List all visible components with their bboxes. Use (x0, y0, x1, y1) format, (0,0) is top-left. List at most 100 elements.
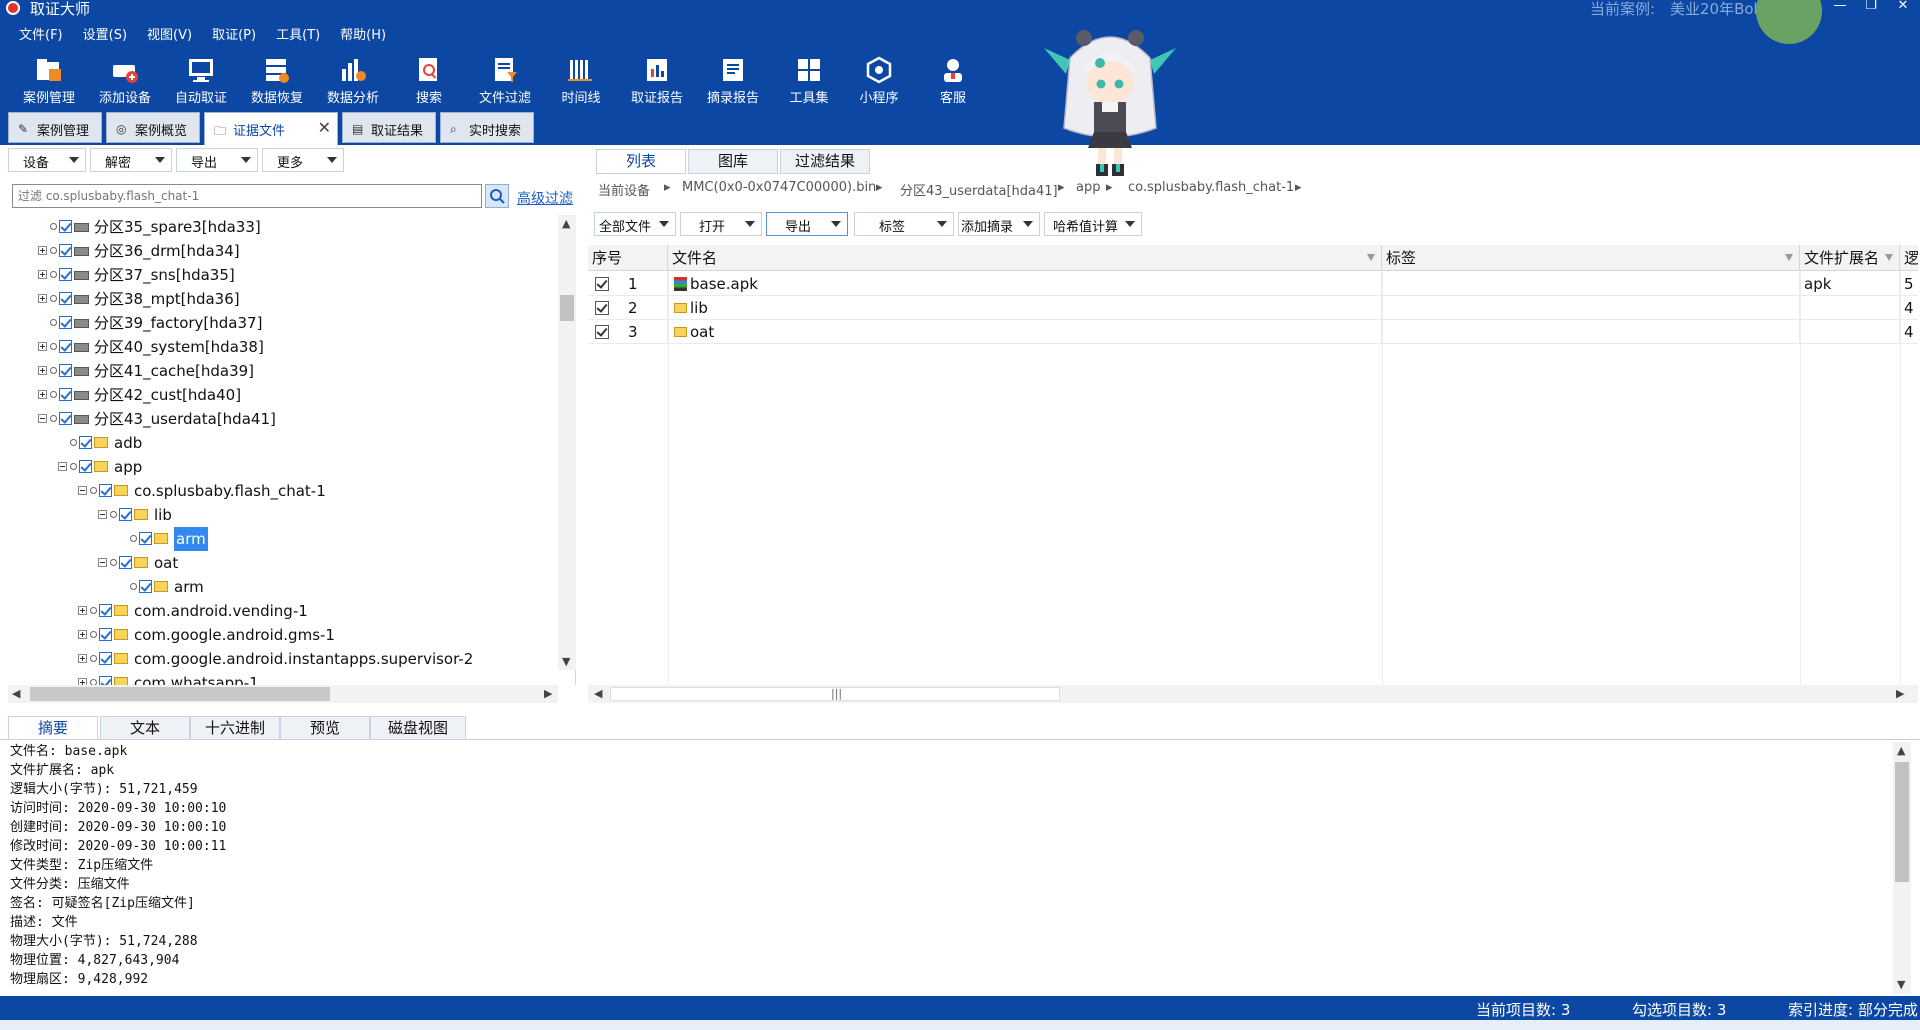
node-checkbox[interactable] (59, 244, 72, 257)
filter-search-button[interactable] (485, 184, 509, 208)
tab-summary[interactable]: 摘要 (8, 716, 98, 740)
expand-icon[interactable] (38, 294, 47, 303)
tree-node[interactable]: com.google.android.gms-1 (8, 623, 558, 647)
scroll-up-icon[interactable]: ▲ (562, 217, 570, 230)
scroll-down-icon[interactable]: ▼ (562, 655, 570, 668)
tree-node[interactable]: 分区43_userdata[hda41] (8, 407, 558, 431)
data-analysis-button[interactable]: 数据分析 (316, 52, 390, 108)
column-filter-icon[interactable] (1367, 254, 1375, 261)
tab-evidence-files[interactable]: 🗀 证据文件 ✕ (204, 112, 338, 145)
node-checkbox[interactable] (99, 604, 112, 617)
tree-node[interactable]: adb (8, 431, 558, 455)
add-excerpt-dropdown[interactable]: 添加摘录 (958, 212, 1040, 236)
expand-icon[interactable] (78, 654, 87, 663)
collapse-icon[interactable] (98, 558, 107, 567)
node-checkbox[interactable] (59, 364, 72, 377)
node-checkbox[interactable] (79, 460, 92, 473)
node-checkbox[interactable] (59, 268, 72, 281)
node-checkbox[interactable] (59, 412, 72, 425)
expand-icon[interactable] (38, 390, 47, 399)
data-recovery-button[interactable]: 数据恢复 (240, 52, 314, 108)
tree-node[interactable]: oat (8, 551, 558, 575)
case-management-button[interactable]: 案例管理 (12, 52, 86, 108)
advanced-filter-link[interactable]: 高级过滤 (517, 188, 573, 208)
menu-help[interactable]: 帮助(H) (340, 25, 386, 47)
node-checkbox[interactable] (99, 628, 112, 641)
tree-node[interactable]: 分区40_system[hda38] (8, 335, 558, 359)
table-row[interactable]: 3 oat 4 (588, 320, 1918, 344)
search-button[interactable]: 搜索 (392, 52, 466, 108)
table-row[interactable]: 2 lib 4 (588, 296, 1918, 320)
customer-service-button[interactable]: 客服 (916, 52, 990, 108)
tree-node[interactable]: lib (8, 503, 558, 527)
timeline-button[interactable]: 时间线 (544, 52, 618, 108)
tab-preview[interactable]: 预览 (280, 716, 370, 740)
tree-filter-input[interactable] (12, 184, 482, 208)
table-row[interactable]: 1 base.apk apk 5 (588, 272, 1918, 296)
breadcrumb-item[interactable]: app (1076, 180, 1100, 195)
node-checkbox[interactable] (59, 292, 72, 305)
column-header-logical-size[interactable]: 逻 (1900, 245, 1918, 271)
tab-case-overview[interactable]: ◎ 案例概览 (106, 112, 200, 143)
expand-icon[interactable] (38, 270, 47, 279)
auto-forensics-button[interactable]: 自动取证 (164, 52, 238, 108)
menu-forensics[interactable]: 取证(P) (212, 25, 256, 47)
tree-node[interactable]: 分区37_sns[hda35] (8, 263, 558, 287)
column-header-extension[interactable]: 文件扩展名 (1800, 245, 1900, 271)
tree-node[interactable]: 分区41_cache[hda39] (8, 359, 558, 383)
hash-compute-dropdown[interactable]: 哈希值计算 (1044, 212, 1142, 236)
node-checkbox[interactable] (99, 484, 112, 497)
collapse-icon[interactable] (78, 486, 87, 495)
add-device-button[interactable]: 添加设备 (88, 52, 162, 108)
tab-live-search[interactable]: ⌕ 实时搜索 (440, 112, 534, 143)
scroll-thumb[interactable] (1895, 762, 1909, 882)
more-dropdown[interactable]: 更多 (262, 148, 344, 172)
minimize-button[interactable]: — (1830, 0, 1850, 13)
all-files-dropdown[interactable]: 全部文件 (594, 212, 676, 236)
node-checkbox[interactable] (139, 532, 152, 545)
scroll-up-icon[interactable]: ▲ (1897, 744, 1905, 757)
node-checkbox[interactable] (99, 652, 112, 665)
tab-hex[interactable]: 十六进制 (190, 716, 280, 740)
tab-forensics-results[interactable]: ▤ 取证结果 (342, 112, 436, 143)
file-filter-button[interactable]: 文件过滤 (468, 52, 542, 108)
restore-button[interactable]: ❐ (1861, 0, 1881, 13)
column-filter-icon[interactable] (1885, 254, 1893, 261)
forensics-report-button[interactable]: 取证报告 (620, 52, 694, 108)
scroll-left-icon[interactable]: ◀ (12, 687, 20, 700)
tree-node[interactable]: 分区39_factory[hda37] (8, 311, 558, 335)
tree-node[interactable]: 分区36_drm[hda34] (8, 239, 558, 263)
expand-icon[interactable] (78, 606, 87, 615)
breadcrumb-item[interactable]: 当前设备 (598, 180, 650, 199)
expand-icon[interactable] (78, 678, 87, 685)
row-checkbox[interactable] (595, 277, 609, 291)
summary-vertical-scrollbar[interactable]: ▲ ▼ (1893, 742, 1911, 994)
column-header-filename[interactable]: 文件名 (668, 245, 1382, 271)
scroll-left-icon[interactable]: ◀ (594, 687, 602, 700)
tab-case-management[interactable]: ✎ 案例管理 (8, 112, 102, 143)
expand-icon[interactable] (78, 630, 87, 639)
tab-gallery[interactable]: 图库 (688, 149, 778, 174)
tab-text[interactable]: 文本 (100, 716, 190, 740)
node-checkbox[interactable] (79, 436, 92, 449)
scroll-right-icon[interactable]: ▶ (1896, 687, 1904, 700)
scroll-thumb[interactable]: ||| (610, 687, 1060, 701)
excerpt-report-button[interactable]: 摘录报告 (696, 52, 770, 108)
close-tab-icon[interactable]: ✕ (318, 118, 331, 137)
tree-node[interactable]: arm (8, 527, 558, 551)
close-button[interactable]: ✕ (1893, 0, 1913, 13)
tree-node[interactable]: app (8, 455, 558, 479)
collapse-icon[interactable] (38, 414, 47, 423)
menu-file[interactable]: 文件(F) (19, 25, 63, 47)
expand-icon[interactable] (38, 366, 47, 375)
floating-ball-icon[interactable] (1756, 0, 1822, 44)
tree-node[interactable]: co.splusbaby.flash_chat-1 (8, 479, 558, 503)
node-checkbox[interactable] (139, 580, 152, 593)
collapse-icon[interactable] (98, 510, 107, 519)
column-header-index[interactable]: 序号 (588, 245, 668, 271)
node-checkbox[interactable] (59, 388, 72, 401)
export-dropdown[interactable]: 导出 (176, 148, 258, 172)
scroll-thumb[interactable] (30, 687, 330, 701)
tab-filter-results[interactable]: 过滤结果 (780, 149, 870, 174)
column-filter-icon[interactable] (1785, 254, 1793, 261)
